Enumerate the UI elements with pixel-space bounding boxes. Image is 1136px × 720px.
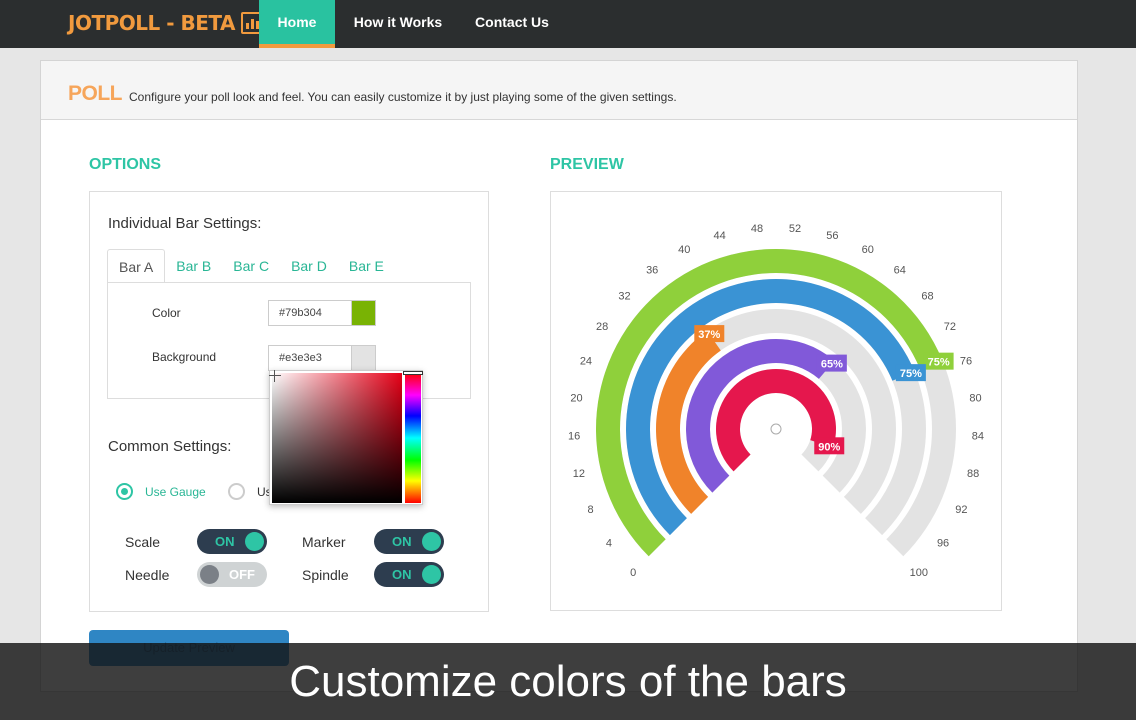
bar-value-label: 65% xyxy=(821,359,843,371)
scale-tick-label: 40 xyxy=(678,244,690,256)
preview-title: PREVIEW xyxy=(550,156,624,173)
bar-value-label: 90% xyxy=(818,441,840,453)
scale-tick-label: 56 xyxy=(826,230,838,242)
scale-tick-label: 44 xyxy=(714,230,726,242)
scale-label: Scale xyxy=(125,534,161,550)
nav-home[interactable]: Home xyxy=(259,0,335,48)
toggle-knob xyxy=(422,532,441,551)
color-field[interactable]: #79b304 xyxy=(268,300,352,326)
scale-tick-label: 100 xyxy=(910,567,928,579)
spindle-toggle[interactable]: ON xyxy=(374,562,444,587)
toggle-knob xyxy=(422,565,441,584)
scale-tick-label: 12 xyxy=(573,468,585,480)
marker-toggle-state: ON xyxy=(392,534,412,549)
needle-toggle[interactable]: OFF xyxy=(197,562,267,587)
scale-tick-label: 76 xyxy=(960,356,972,368)
color-picker-popup[interactable] xyxy=(269,370,423,505)
nav-contact-us[interactable]: Contact Us xyxy=(467,0,557,48)
scale-tick-label: 96 xyxy=(937,538,949,550)
scale-tick-label: 28 xyxy=(596,321,608,333)
scale-tick-label: 52 xyxy=(789,223,801,235)
scale-tick-label: 84 xyxy=(972,430,984,442)
bar-value-label: 75% xyxy=(928,357,950,369)
options-title: OPTIONS xyxy=(89,156,162,173)
use-gauge-radio[interactable] xyxy=(116,483,133,500)
scale-tick-label: 80 xyxy=(969,392,981,404)
use-gauge-label: Use Gauge xyxy=(145,485,206,499)
main-panel: POLL Configure your poll look and feel. … xyxy=(40,60,1078,692)
gauge-chart: 75%75%37%65%90%04812162024283236404448 52… xyxy=(568,223,984,579)
preview-box: 75% 75% 37% 65% 90% 0 4 8 12 16 20 24 28 32 36 40 44 48 52… xyxy=(550,191,1002,611)
scale-tick-label: 88 xyxy=(967,468,979,480)
video-caption-bar: Customize colors of the bars xyxy=(0,643,1136,720)
scale-toggle-state: ON xyxy=(215,534,235,549)
background-field[interactable]: #e3e3e3 xyxy=(268,345,352,371)
brand-logo[interactable]: JOTPOLL - BETA xyxy=(68,10,267,36)
poll-header: POLL Configure your poll look and feel. … xyxy=(41,61,1077,120)
background-swatch[interactable] xyxy=(351,345,376,371)
scale-tick-label: 8 xyxy=(588,504,594,516)
marker-toggle[interactable]: ON xyxy=(374,529,444,554)
color-label: Color xyxy=(152,306,181,320)
alternate-radio[interactable] xyxy=(228,483,245,500)
scale-tick-label: 4 xyxy=(606,538,612,550)
scale-tick-label: 92 xyxy=(955,504,967,516)
scale-tick-label: 60 xyxy=(862,244,874,256)
poll-description: Configure your poll look and feel. You c… xyxy=(129,90,677,104)
scale-tick-label: 72 xyxy=(944,321,956,333)
scale-tick-label: 16 xyxy=(568,430,580,442)
marker-label: Marker xyxy=(302,534,346,550)
spindle-label: Spindle xyxy=(302,567,349,583)
top-navbar: JOTPOLL - BETA Home How it Works Contact… xyxy=(0,0,1136,48)
needle-toggle-state: OFF xyxy=(229,567,255,582)
common-settings-heading: Common Settings: xyxy=(108,438,232,455)
tab-bar-d[interactable]: Bar D xyxy=(280,249,338,283)
gauge-spindle xyxy=(770,423,782,435)
bar-tabs: Bar A Bar B Bar C Bar D Bar E xyxy=(107,249,395,283)
scale-tick-label: 68 xyxy=(921,290,933,302)
toggle-knob xyxy=(245,532,264,551)
scale-tick-label: 24 xyxy=(580,356,592,368)
poll-title: POLL xyxy=(68,82,123,105)
toggle-knob xyxy=(200,565,219,584)
scale-tick-label: 20 xyxy=(570,392,582,404)
tab-bar-a[interactable]: Bar A xyxy=(107,249,166,283)
tab-bar-b[interactable]: Bar B xyxy=(165,249,222,283)
tab-bar-e[interactable]: Bar E xyxy=(338,249,395,283)
video-caption: Customize colors of the bars xyxy=(289,657,847,706)
hue-slider-handle[interactable] xyxy=(403,371,423,375)
hue-slider[interactable] xyxy=(405,373,421,503)
saturation-brightness-area[interactable] xyxy=(269,370,402,503)
scale-tick-label: 36 xyxy=(646,264,658,276)
nav-how-it-works[interactable]: How it Works xyxy=(345,0,451,48)
bar-value-label: 37% xyxy=(698,329,720,341)
scale-tick-label: 0 xyxy=(630,567,636,579)
scale-tick-label: 32 xyxy=(618,290,630,302)
individual-bar-settings-heading: Individual Bar Settings: xyxy=(108,215,262,232)
needle-label: Needle xyxy=(125,567,170,583)
picker-crosshair-icon[interactable] xyxy=(269,370,281,382)
color-swatch[interactable] xyxy=(351,300,376,326)
bar-value-label: 75% xyxy=(900,368,922,380)
tab-bar-c[interactable]: Bar C xyxy=(222,249,280,283)
background-label: Background xyxy=(152,350,217,364)
spindle-toggle-state: ON xyxy=(392,567,412,582)
scale-tick-label: 64 xyxy=(894,264,906,276)
scale-tick-label: 48 xyxy=(751,223,763,235)
brand-name: JOTPOLL - BETA xyxy=(68,11,235,35)
scale-toggle[interactable]: ON xyxy=(197,529,267,554)
options-box: Individual Bar Settings: Bar A Bar B Bar… xyxy=(89,191,489,612)
